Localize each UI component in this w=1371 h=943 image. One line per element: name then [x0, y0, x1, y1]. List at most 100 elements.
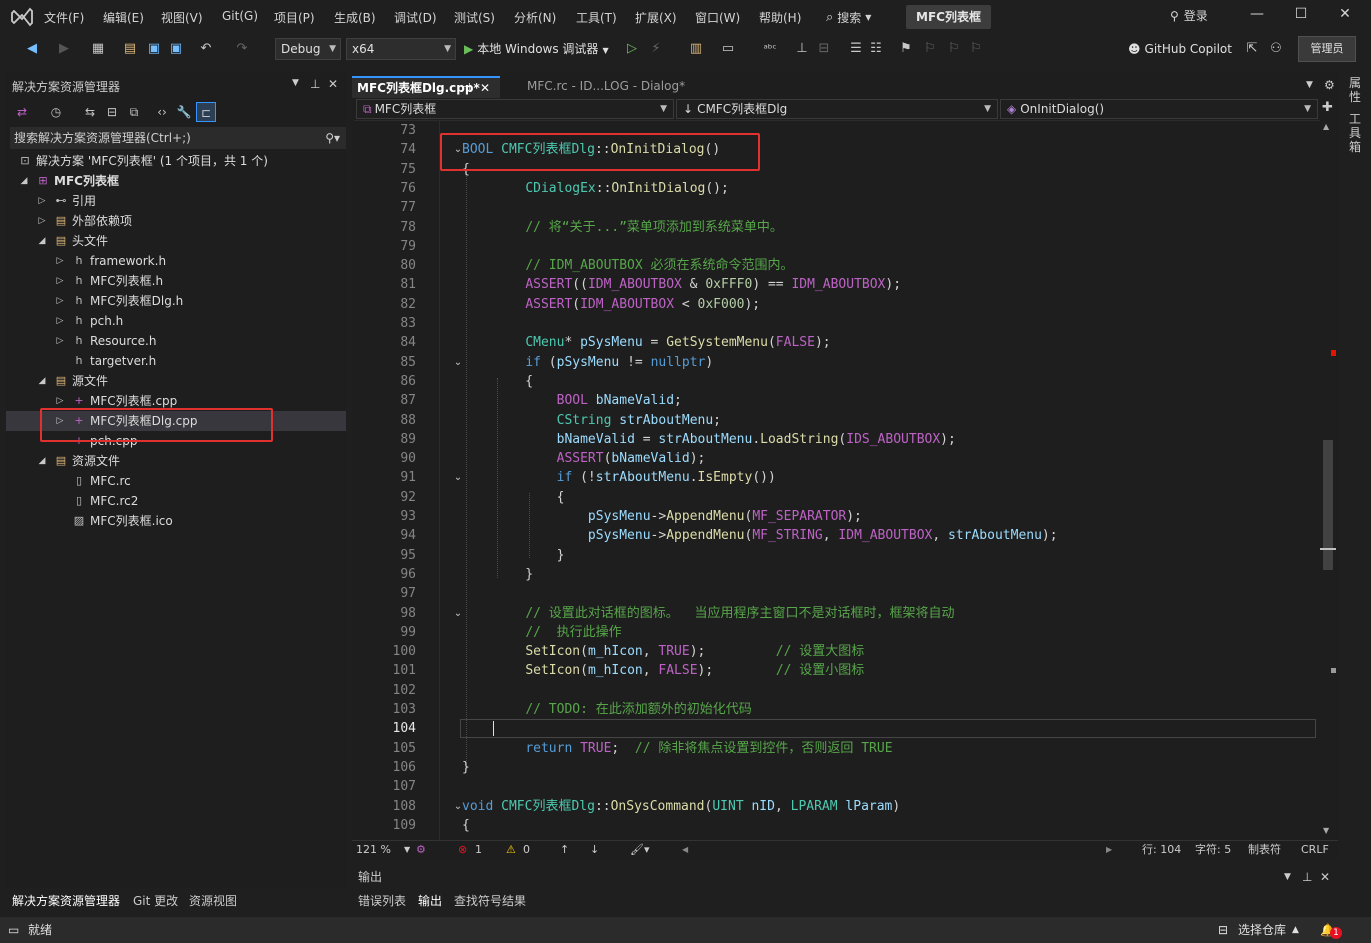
format-icon[interactable]: ⊟ [814, 39, 834, 59]
scroll-up-icon[interactable]: ▲ [1323, 122, 1329, 131]
menu-debug[interactable]: 调试(D) [394, 9, 437, 26]
expand-down-icon[interactable]: ◢ [36, 231, 48, 251]
chevron-down-icon[interactable]: ▼ [1284, 866, 1291, 888]
properties-wrench-icon[interactable]: 🔧 [174, 102, 194, 122]
navigate-forward-icon[interactable]: ▶ [54, 39, 74, 59]
scroll-left-icon[interactable]: ◀ [682, 841, 688, 859]
tree-item[interactable]: ◢ ⊞ MFC列表框 [6, 171, 346, 191]
code-view-icon[interactable]: ‹› [152, 102, 172, 122]
tree-item[interactable]: ▯ MFC.rc2 [6, 491, 346, 511]
show-all-files-icon[interactable]: ⧉ [124, 102, 144, 122]
tree-item[interactable]: ▷ h pch.h [6, 311, 346, 331]
pin-icon[interactable]: ⊥ [310, 77, 320, 91]
undo-icon[interactable]: ↶ [196, 39, 216, 59]
next-issue-icon[interactable]: ↓ [590, 841, 599, 859]
collapse-all-icon[interactable]: ⊟ [102, 102, 122, 122]
properties-tab[interactable]: 属性 [1348, 76, 1362, 104]
start-debugging-button[interactable]: ▶ 本地 Windows 调试器 ▼ [464, 39, 609, 61]
search-button[interactable]: ⌕ 搜索 ▼ [826, 5, 871, 29]
tree-item[interactable]: ◢ ▤ 头文件 [6, 231, 346, 251]
expand-right-icon[interactable]: ▷ [36, 211, 48, 231]
login-button[interactable]: ⚲ 登录 [1170, 7, 1208, 24]
expand-right-icon[interactable]: ▷ [54, 251, 66, 271]
menu-view[interactable]: 视图(V) [161, 9, 203, 26]
folder-icon[interactable]: ▥ [686, 39, 706, 59]
indent-mode[interactable]: 制表符 [1248, 841, 1281, 859]
next-bookmark-icon[interactable]: ⚐ [944, 39, 964, 59]
tree-item[interactable]: ◢ ▤ 源文件 [6, 371, 346, 391]
expand-right-icon[interactable]: ▷ [36, 191, 48, 211]
toggle-breakpoint-icon[interactable]: ⊥ [792, 39, 812, 59]
editor-vertical-scrollbar[interactable]: ▲ ▼ [1320, 120, 1336, 842]
toolbox-tab[interactable]: 工具箱 [1348, 112, 1362, 154]
spellcheck-icon[interactable]: ᵃᵇᶜ [760, 39, 780, 59]
fold-toggle-icon[interactable]: ⌄ [452, 353, 464, 372]
expand-right-icon[interactable]: ▷ [54, 331, 66, 351]
fold-toggle-icon[interactable]: ⌄ [452, 604, 464, 623]
hot-reload-icon[interactable]: ⚡ [646, 39, 666, 59]
tree-item[interactable]: ▷ h MFC列表框Dlg.h [6, 291, 346, 311]
char-number[interactable]: 字符: 5 [1195, 841, 1231, 859]
switch-views-icon[interactable]: ⇆ [80, 102, 100, 122]
prev-issue-icon[interactable]: ↑ [560, 841, 569, 859]
scroll-down-icon[interactable]: ▼ [1323, 826, 1329, 835]
class-dropdown[interactable]: ↓ CMFC列表框Dlg ▼ [676, 99, 998, 119]
expand-right-icon[interactable]: ▷ [54, 311, 66, 331]
visual-studio-logo-icon[interactable] [10, 7, 34, 27]
menu-tools[interactable]: 工具(T) [576, 9, 617, 26]
tab-dlg-cpp[interactable]: MFC列表框Dlg.cpp* ✕ ⊣ [352, 76, 500, 98]
sync-icon[interactable]: ⇄ [12, 102, 32, 122]
tab-resource-view[interactable]: 资源视图 [189, 892, 237, 909]
split-editor-icon[interactable]: ✚ [1322, 100, 1333, 115]
tree-item[interactable]: ▷ ⊷ 引用 [6, 191, 346, 211]
menu-extensions[interactable]: 扩展(X) [635, 9, 677, 26]
configuration-dropdown[interactable]: Debug ▼ [275, 38, 341, 60]
tree-item[interactable]: ⊡ 解决方案 'MFC列表框' (1 个项目，共 1 个) [6, 151, 346, 171]
expand-right-icon[interactable]: ▷ [54, 271, 66, 291]
code-editor[interactable]: 73 74 ⌄ BOOL CMFC列表框Dlg::OnInitDialog() 75{7… [354, 120, 1320, 840]
redo-icon[interactable]: ↷ [232, 39, 252, 59]
health-icon[interactable]: ⚙ [416, 841, 426, 859]
tree-item[interactable]: ◢ ▤ 资源文件 [6, 451, 346, 471]
bookmark-icon[interactable]: ⚑ [896, 39, 916, 59]
zoom-level[interactable]: 121 % [356, 841, 391, 859]
menu-edit[interactable]: 编辑(E) [103, 9, 144, 26]
tree-item[interactable]: h targetver.h [6, 351, 346, 371]
open-file-icon[interactable]: ▤ [120, 39, 140, 59]
save-all-icon[interactable]: ▣ [166, 39, 186, 59]
menu-window[interactable]: 窗口(W) [695, 9, 740, 26]
maximize-button[interactable]: ☐ [1290, 6, 1312, 26]
platform-dropdown[interactable]: x64 ▼ [346, 38, 456, 60]
member-dropdown[interactable]: ◈ OnInitDialog() ▼ [1000, 99, 1318, 119]
close-icon[interactable]: ✕ [480, 78, 490, 98]
close-icon[interactable]: ✕ [1320, 866, 1330, 888]
code-cleanup-icon[interactable]: 🖌▾ [630, 841, 650, 859]
minimize-button[interactable]: — [1246, 6, 1268, 26]
live-share-icon[interactable]: ⚇ [1266, 39, 1286, 59]
menu-build[interactable]: 生成(B) [334, 9, 376, 26]
chevron-down-icon[interactable]: ▼ [1306, 80, 1313, 90]
tree-item[interactable]: ▷ h MFC列表框.h [6, 271, 346, 291]
pin-icon[interactable]: ⊣ [462, 78, 471, 98]
prev-bookmark-icon[interactable]: ⚐ [920, 39, 940, 59]
tree-item[interactable]: ▨ MFC列表框.ico [6, 511, 346, 531]
tab-mfc-rc[interactable]: MFC.rc - ID...LOG - Dialog* [522, 76, 722, 98]
menu-analyze[interactable]: 分析(N) [514, 9, 556, 26]
solution-search-input[interactable]: 搜索解决方案资源管理器(Ctrl+;) ⚲▾ [10, 127, 346, 149]
fold-toggle-icon[interactable]: ⌄ [452, 468, 464, 487]
tab-solution-explorer[interactable]: 解决方案资源管理器 [12, 892, 120, 909]
warning-count[interactable]: 0 [523, 841, 530, 859]
pin-icon[interactable]: ⊥ [1302, 866, 1312, 888]
layout-icon[interactable]: ▭ [718, 39, 738, 59]
tab-git-changes[interactable]: Git 更改 [133, 892, 178, 909]
error-count[interactable]: 1 [475, 841, 482, 859]
close-window-button[interactable]: ✕ [1334, 6, 1356, 26]
navigate-back-icon[interactable]: ◀ [22, 39, 42, 59]
scroll-right-icon[interactable]: ▶ [1106, 841, 1112, 859]
clear-bookmarks-icon[interactable]: ⚐ [966, 39, 986, 59]
tab-error-list[interactable]: 错误列表 [358, 892, 406, 909]
share-icon[interactable]: ⇱ [1242, 39, 1262, 59]
scope-dropdown[interactable]: ⧉ MFC列表框 ▼ [356, 99, 674, 119]
menu-git[interactable]: Git(G) [222, 9, 258, 23]
settings-gear-icon[interactable]: ⚙ [1324, 78, 1335, 92]
